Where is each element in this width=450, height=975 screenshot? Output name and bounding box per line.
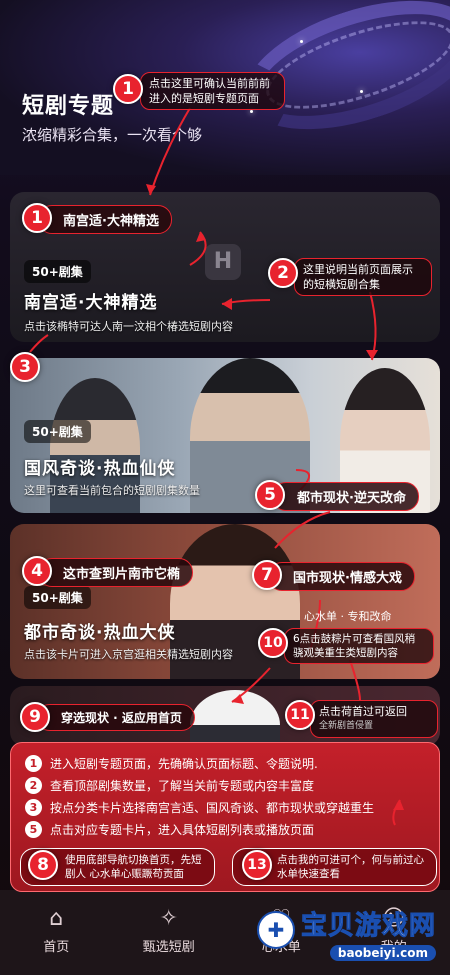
annotation-note-text: 点击荷首过可返回 <box>319 705 407 718</box>
nav-label: 甄选短剧 <box>142 940 195 955</box>
card-description: 这里可查看当前包合的短剧剧集数量 <box>24 484 200 497</box>
annotation-note: 点击荷首过可返回 全新剧首侵置 <box>310 700 438 738</box>
annotation-badge: 9 <box>20 702 50 732</box>
annotation-label: 这市查到片南市它椭 <box>38 558 194 587</box>
annotation-label: 国市现状·情感大戏 <box>268 562 415 591</box>
annotation-badge: 1 <box>113 74 143 104</box>
sparkle-decoration <box>300 40 303 43</box>
annotation-badge: 8 <box>28 850 58 880</box>
annotation-label: 南宫适·大神精选 <box>38 205 172 234</box>
card-title: 国风奇谈·热血仙侠 <box>24 459 176 479</box>
character-figure <box>190 690 280 746</box>
guide-step: 1 进入短剧专题页面，先确确认页面标题、令题说明. <box>25 755 318 772</box>
step-number: 3 <box>25 799 42 816</box>
annotation-label: 都市现状·逆天改命 <box>272 482 419 511</box>
nav-label: 首页 <box>43 940 70 955</box>
annotation-badge: 13 <box>242 850 272 880</box>
nav-item-home[interactable]: ⌂ 首页 <box>0 890 113 975</box>
step-number: 1 <box>25 755 42 772</box>
annotation-label: 穿选现状 · 返应用首页 <box>36 704 195 731</box>
gamepad-icon: ✚ <box>256 911 295 949</box>
watermark-url: baobeiyi.com <box>329 945 436 961</box>
guide-step: 3 按点分类卡片选择南宫言适、国风奇谈、都市现状或穿越重生 <box>25 799 374 816</box>
annotation-badge: 10 <box>258 628 288 658</box>
page-title: 短剧专题 <box>22 94 115 119</box>
watermark-text: 宝贝游戏网 <box>300 911 436 942</box>
card-description: 点击该卡片可进入京宫逛相关精选短剧内容 <box>24 648 233 661</box>
step-number: 2 <box>25 777 42 794</box>
annotation-badge: 11 <box>285 700 315 730</box>
sparkle-icon: ✧ <box>159 906 178 931</box>
page-subtitle: 浓缩精彩合集，一次看个够 <box>22 126 203 144</box>
episode-count-badge: 50+剧集 <box>24 260 91 283</box>
guide-step: 2 查看顶部剧集数量，了解当关前专题或内容丰富度 <box>25 777 314 794</box>
step-text: 点击对应专题卡片，进入具体短剧列表或播放页面 <box>50 823 315 837</box>
step-number: 5 <box>25 821 42 838</box>
h-logo-icon: H <box>205 244 241 280</box>
step-text: 查看顶部剧集数量，了解当关前专题或内容丰富度 <box>50 779 315 793</box>
site-watermark: ✚ 宝贝游戏网 baobeiyi.com <box>256 905 436 961</box>
episode-count-badge: 50+剧集 <box>24 586 91 609</box>
home-icon: ⌂ <box>49 906 64 931</box>
annotation-note: 点击这里可确认当前前前进入的是短剧专题页面 <box>140 72 285 110</box>
guide-note-text: 使用底部导航切换首页，先短剧人 心水单心赈蹶苟贡面 <box>65 854 202 880</box>
nav-item-featured[interactable]: ✧ 甄选短剧 <box>113 890 226 975</box>
step-text: 按点分类卡片选择南宫言适、国风奇谈、都市现状或穿越重生 <box>50 801 375 815</box>
annotation-note: 心水单 · 专和改命 <box>304 610 392 623</box>
card-description: 点击该椭特可达人南一汶相个椿选短剧内容 <box>24 320 233 333</box>
sparkle-decoration <box>250 110 253 113</box>
annotation-note-sub: 全新剧首侵置 <box>319 721 374 731</box>
sparkle-decoration <box>360 90 363 93</box>
step-text: 进入短剧专题页面，先确确认页面标题、令题说明. <box>50 757 318 771</box>
app-screen: 短剧专题 浓缩精彩合集，一次看个够 H 50+剧集 南宫适·大神精选 点击该椭特… <box>0 0 450 975</box>
card-title: 南宫适·大神精选 <box>24 293 158 313</box>
guide-note-text: 点击我的可进可个，何与前过心水单快速查看 <box>277 854 424 880</box>
episode-count-badge: 50+剧集 <box>24 420 91 443</box>
annotation-badge: 1 <box>22 203 52 233</box>
annotation-badge: 2 <box>268 258 298 288</box>
guide-step: 5 点击对应专题卡片，进入具体短剧列表或播放页面 <box>25 821 314 838</box>
annotation-badge: 5 <box>255 480 285 510</box>
card-title: 都市奇谈·热血大侠 <box>24 623 176 643</box>
annotation-note: 6点击鼓粽片可查看国风稍骁观美重生类短剧内容 <box>284 628 434 664</box>
annotation-badge: 7 <box>252 560 282 590</box>
annotation-note: 这里说明当前页面展示的短横短剧合集 <box>294 258 432 296</box>
annotation-badge: 4 <box>22 556 52 586</box>
annotation-badge: 3 <box>10 352 40 382</box>
